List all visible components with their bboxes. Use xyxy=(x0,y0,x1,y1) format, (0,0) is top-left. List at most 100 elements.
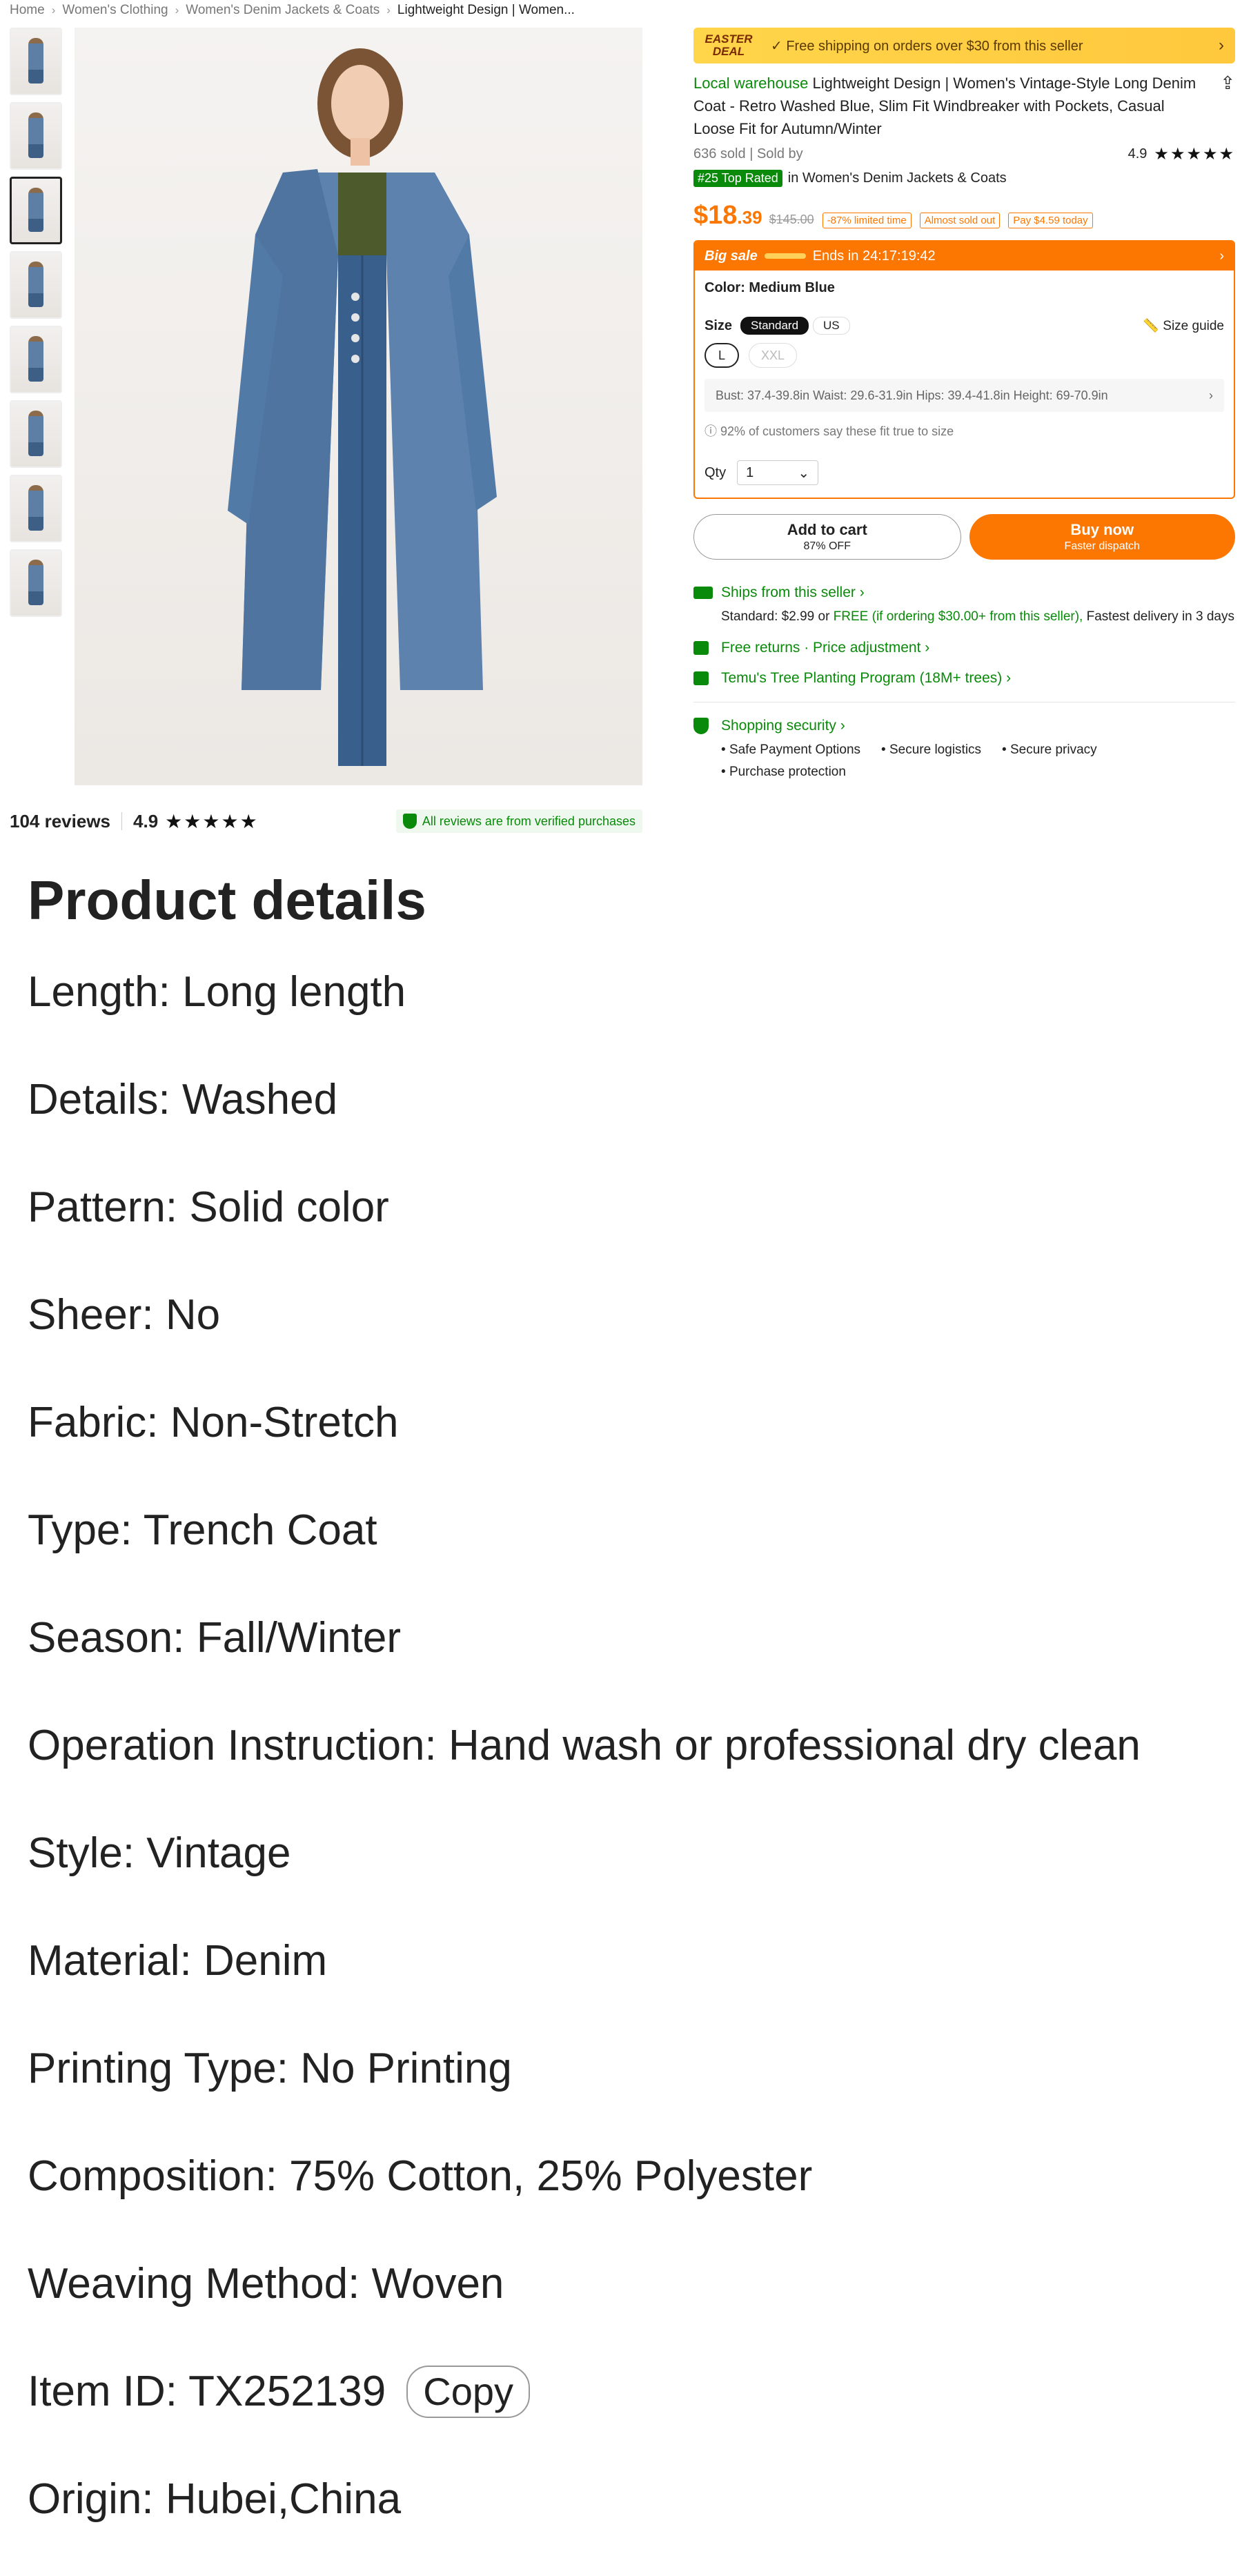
measurements-text: Bust: 37.4-39.8in Waist: 29.6-31.9in Hip… xyxy=(716,388,1108,402)
size-measurements[interactable]: Bust: 37.4-39.8in Waist: 29.6-31.9in Hip… xyxy=(705,379,1224,412)
thumbnail[interactable] xyxy=(10,400,62,468)
sale-box: Big sale Ends in 24:17:19:42 › Color: Me… xyxy=(693,240,1235,499)
security-list: Safe Payment Options Secure logistics Se… xyxy=(693,743,1235,787)
product-details: Product details Length: Long length Deta… xyxy=(28,863,1242,2553)
buy-now-label: Buy now xyxy=(1070,521,1134,538)
badge-line: EASTER xyxy=(705,32,753,46)
thumbnail-active[interactable] xyxy=(10,177,62,244)
add-to-cart-label: Add to cart xyxy=(787,521,867,538)
item-id-text: Item ID: TX252139 xyxy=(28,2368,386,2415)
verified-badge: All reviews are from verified purchases xyxy=(395,809,642,833)
thumbnail[interactable] xyxy=(10,28,62,95)
detail-type: Type: Trench Coat xyxy=(28,1506,377,1554)
detail-material: Material: Denim xyxy=(28,1937,328,1985)
detail-weaving-method: Weaving Method: Woven xyxy=(28,2260,504,2308)
free-shipping-condition: FREE (if ordering $30.00+ from this sell… xyxy=(833,609,1083,624)
product-rating[interactable]: 4.9 ★★★★★ xyxy=(1128,144,1235,164)
big-sale-header[interactable]: Big sale Ends in 24:17:19:42 › xyxy=(695,242,1234,271)
thumbnail-image xyxy=(28,112,43,158)
review-rating: 4.9 xyxy=(133,810,159,832)
sale-countdown: Ends in 24:17:19:42 xyxy=(812,248,936,264)
size-label: Size xyxy=(705,317,733,333)
color-label: Color: Medium Blue xyxy=(705,280,835,295)
chevron-right-icon: › xyxy=(1209,388,1213,402)
detail-printing-type: Printing Type: No Printing xyxy=(28,2045,512,2092)
easter-deal-banner[interactable]: EASTER DEAL ✓ Free shipping on orders ov… xyxy=(693,28,1235,63)
shopping-security[interactable]: Shopping security › xyxy=(693,718,1235,734)
quantity-select[interactable]: 1 ⌄ xyxy=(737,460,819,485)
quantity-row: Qty 1 ⌄ xyxy=(705,460,1224,485)
sold-row: 636 sold | Sold by 4.9 ★★★★★ xyxy=(693,144,1235,164)
tree-planting[interactable]: Temu's Tree Planting Program (18M+ trees… xyxy=(693,670,1235,687)
free-returns[interactable]: Free returns · Price adjustment › xyxy=(693,640,1235,656)
copy-button[interactable]: Copy xyxy=(406,2366,530,2418)
size-guide-link[interactable]: 📏 Size guide xyxy=(1143,317,1224,334)
thumbnail[interactable] xyxy=(10,475,62,542)
buy-now-button[interactable]: Buy now Faster dispatch xyxy=(969,514,1235,560)
original-price: $145.00 xyxy=(769,213,814,226)
current-price: $18.39 xyxy=(693,201,762,230)
review-count[interactable]: 104 reviews xyxy=(10,811,110,832)
qty-label: Qty xyxy=(705,464,727,480)
thumbnail[interactable] xyxy=(10,549,62,617)
product-title: Local warehouse Lightweight Design | Wom… xyxy=(693,72,1235,140)
ships-from-seller[interactable]: Ships from this seller › xyxy=(693,584,1235,601)
fastest-delivery: Fastest delivery in 3 days xyxy=(1086,609,1234,624)
verified-text: All reviews are from verified purchases xyxy=(422,814,636,828)
box-icon xyxy=(693,641,709,655)
fit-note: ⓘ 92% of customers say these fit true to… xyxy=(705,424,954,438)
thumbnail[interactable] xyxy=(10,102,62,170)
breadcrumb-separator: › xyxy=(51,3,56,17)
breadcrumb: Home › Women's Clothing › Women's Denim … xyxy=(10,0,575,21)
shield-icon xyxy=(693,718,709,734)
tree-icon xyxy=(693,671,709,685)
breadcrumb-separator: › xyxy=(386,3,391,17)
thumbnail-image xyxy=(28,485,43,531)
local-warehouse-label: Local warehouse xyxy=(693,75,809,92)
chevron-right-icon: › xyxy=(1219,36,1224,55)
detail-fabric: Fabric: Non-Stretch xyxy=(28,1399,399,1446)
add-to-cart-sub: 87% OFF xyxy=(803,540,851,552)
chevron-down-icon: ⌄ xyxy=(798,465,810,481)
tree-planting-text: Temu's Tree Planting Program (18M+ trees… xyxy=(721,670,1012,686)
detail-season: Season: Fall/Winter xyxy=(28,1614,401,1662)
size-option-xxl[interactable]: XXL xyxy=(749,343,797,368)
detail-origin: Origin: Hubei,China xyxy=(28,2475,402,2523)
sale-progress-bar xyxy=(764,253,806,259)
big-sale-label: Big sale xyxy=(705,248,758,264)
ships-title: Ships from this seller › xyxy=(721,584,865,600)
thumbnail[interactable] xyxy=(10,251,62,319)
pay-today-chip[interactable]: Pay $4.59 today xyxy=(1008,213,1093,228)
price-cents: .39 xyxy=(737,207,762,228)
breadcrumb-home[interactable]: Home xyxy=(10,3,45,18)
thumbnail-image xyxy=(28,262,43,307)
top-rated-badge: #25 Top Rated xyxy=(693,170,782,187)
top-rated-row[interactable]: #25 Top Rated in Women's Denim Jackets &… xyxy=(693,170,1235,187)
size-guide-text: Size guide xyxy=(1163,319,1224,333)
shopping-security-text: Shopping security › xyxy=(721,718,845,734)
thumbnail-image xyxy=(28,560,43,605)
reviews-summary: 104 reviews 4.9 ★★★★★ All reviews are fr… xyxy=(10,806,642,836)
detail-operation-instruction: Operation Instruction: Hand wash or prof… xyxy=(28,1722,1141,1769)
sold-by[interactable]: | Sold by xyxy=(749,146,802,162)
breadcrumb-womens-clothing[interactable]: Women's Clothing xyxy=(62,3,168,18)
badge-line: DEAL xyxy=(712,45,745,58)
detail-style: Style: Vintage xyxy=(28,1829,291,1877)
detail-length: Length: Long length xyxy=(28,968,406,1016)
thumbnail[interactable] xyxy=(10,326,62,393)
add-to-cart-button[interactable]: Add to cart 87% OFF xyxy=(693,514,961,560)
detail-sheer: Sheer: No xyxy=(28,1291,221,1339)
breadcrumb-denim-jackets[interactable]: Women's Denim Jackets & Coats xyxy=(186,3,380,18)
thumbnail-image xyxy=(28,411,43,456)
size-system-standard[interactable]: Standard xyxy=(740,317,809,335)
thumbnail-image xyxy=(28,187,43,233)
size-option-l[interactable]: L xyxy=(705,343,739,368)
size-system-us[interactable]: US xyxy=(813,317,850,335)
main-product-image[interactable] xyxy=(75,28,642,785)
product-info-panel: EASTER DEAL ✓ Free shipping on orders ov… xyxy=(693,28,1235,787)
price-row: $18.39 $145.00 -87% limited time Almost … xyxy=(693,201,1235,230)
security-item: Secure logistics xyxy=(881,743,981,758)
share-icon[interactable]: ⇪ xyxy=(1220,72,1235,95)
free-returns-text: Free returns · Price adjustment › xyxy=(721,640,930,656)
detail-details: Details: Washed xyxy=(28,1076,338,1123)
